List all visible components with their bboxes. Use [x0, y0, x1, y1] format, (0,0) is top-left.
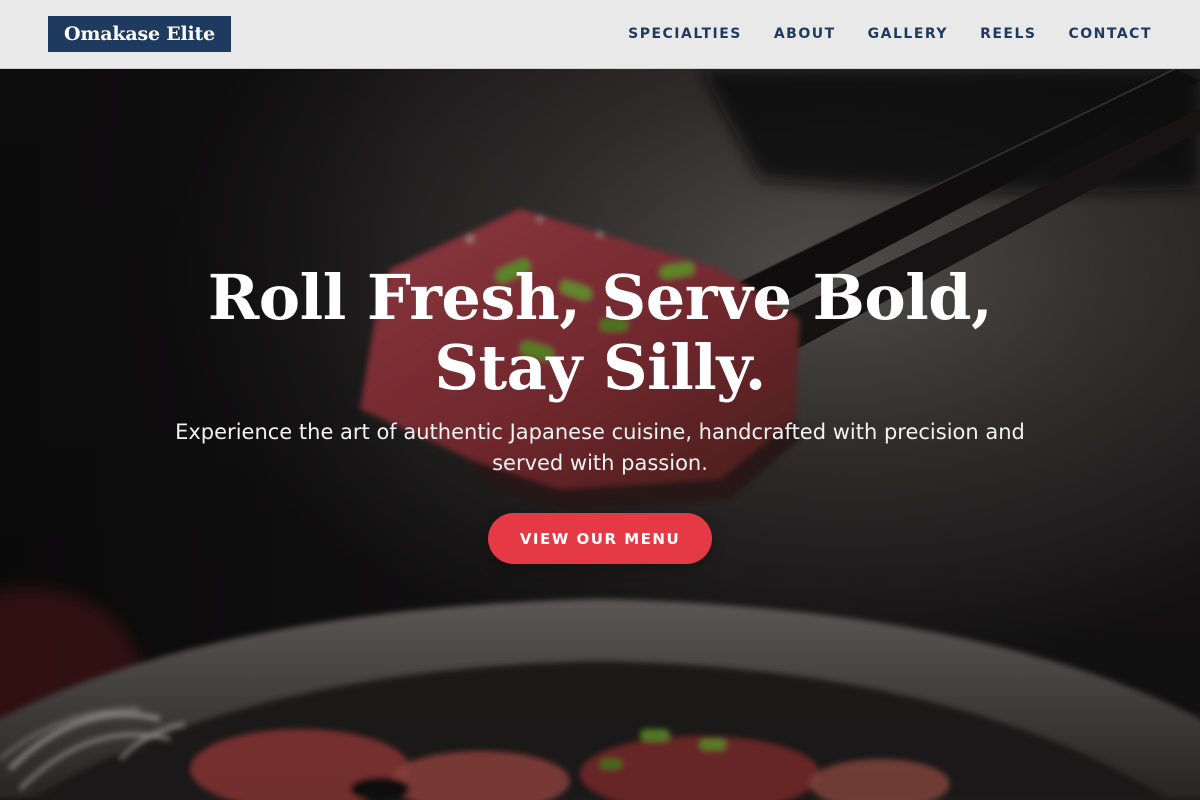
- navbar: Omakase Elite SPECIALTIES ABOUT GALLERY …: [0, 0, 1200, 69]
- nav-link-reels[interactable]: REELS: [980, 26, 1036, 42]
- nav-link-specialties[interactable]: SPECIALTIES: [628, 26, 742, 42]
- nav-link-contact[interactable]: CONTACT: [1068, 26, 1152, 42]
- view-menu-button[interactable]: VIEW OUR MENU: [487, 513, 713, 564]
- hero-title-line-1: Roll Fresh, Serve Bold,: [207, 261, 993, 334]
- hero-subtitle: Experience the art of authentic Japanese…: [175, 420, 1025, 475]
- nav-link-about[interactable]: ABOUT: [774, 26, 836, 42]
- hero-title-line-2: Stay Silly.: [434, 331, 766, 404]
- brand-logo[interactable]: Omakase Elite: [48, 16, 232, 52]
- hero-section: Roll Fresh, Serve Bold, Stay Silly. Expe…: [0, 69, 1200, 800]
- hero-title: Roll Fresh, Serve Bold, Stay Silly.: [190, 263, 1010, 403]
- nav-menu: SPECIALTIES ABOUT GALLERY REELS CONTACT: [628, 26, 1152, 42]
- hero-content: Roll Fresh, Serve Bold, Stay Silly. Expe…: [0, 69, 1200, 800]
- nav-link-gallery[interactable]: GALLERY: [868, 26, 948, 42]
